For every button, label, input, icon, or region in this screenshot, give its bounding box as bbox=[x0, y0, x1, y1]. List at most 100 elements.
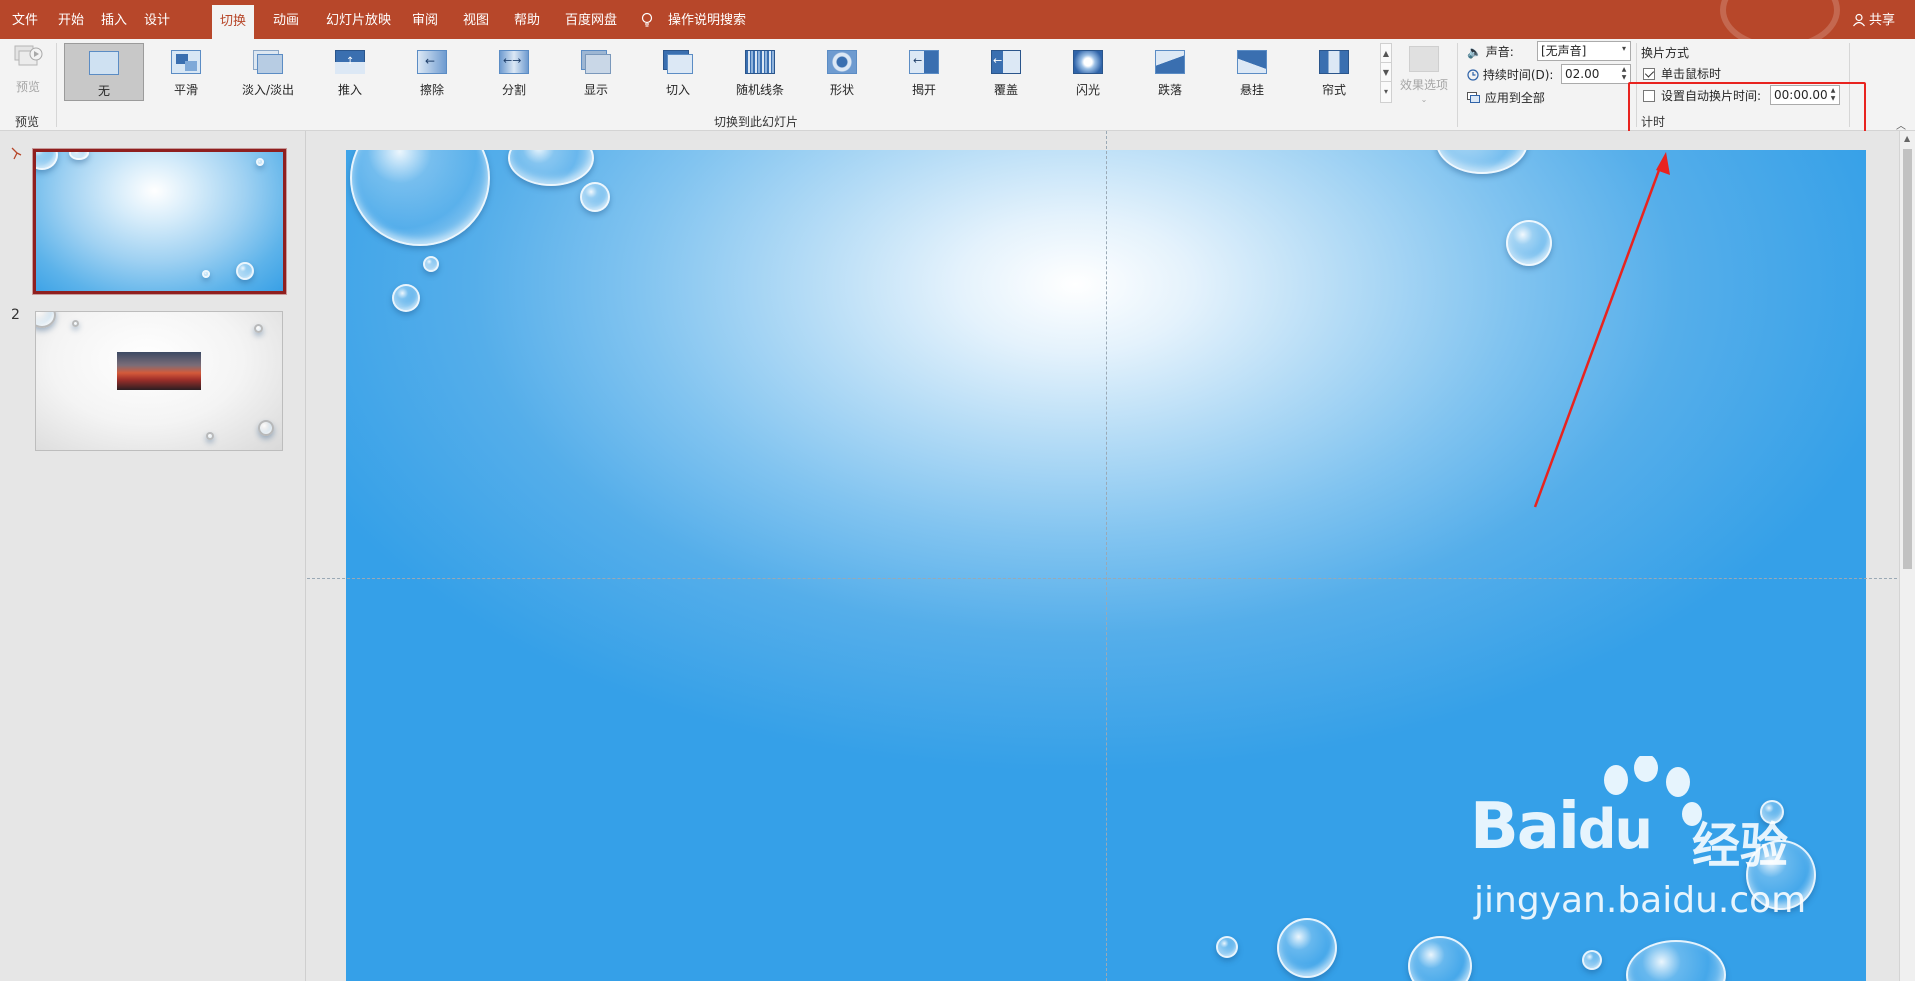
transition-morph-icon bbox=[171, 50, 201, 76]
apply-all-button[interactable]: 应用到全部 bbox=[1467, 89, 1545, 106]
sunset-photo-thumbnail bbox=[117, 352, 201, 390]
transition-label: 显示 bbox=[583, 83, 608, 97]
transition-cut[interactable]: 切入 bbox=[638, 43, 718, 101]
gallery-scroll[interactable]: ▲ ▼ ▾ bbox=[1380, 43, 1392, 103]
advance-slide-title: 换片方式 bbox=[1641, 46, 1690, 60]
transition-fall-over-icon bbox=[1155, 50, 1185, 76]
vertical-scrollbar[interactable]: ▲ bbox=[1899, 131, 1915, 981]
tab-view[interactable]: 视图 bbox=[455, 0, 497, 39]
effect-options-button[interactable]: 效果选项 ⌄ bbox=[1396, 43, 1452, 104]
apply-all-icon bbox=[1467, 92, 1480, 103]
preview-label: 预览 bbox=[15, 80, 40, 94]
chevron-down-icon: ⌄ bbox=[1420, 95, 1428, 104]
spinner-icon[interactable]: ▲ ▼ bbox=[1619, 66, 1629, 82]
water-drop bbox=[580, 182, 610, 212]
water-drop bbox=[1408, 936, 1472, 981]
transition-drape-icon bbox=[1237, 50, 1267, 76]
tab-design[interactable]: 设计 bbox=[136, 0, 178, 39]
transition-label: 擦除 bbox=[419, 83, 444, 97]
water-drop bbox=[254, 324, 263, 333]
tab-animations[interactable]: 动画 bbox=[265, 0, 307, 39]
vertical-guide bbox=[1106, 131, 1107, 981]
horizontal-guide bbox=[307, 578, 1897, 579]
water-drop bbox=[1506, 220, 1552, 266]
water-drop bbox=[258, 420, 274, 436]
transition-none[interactable]: 无 bbox=[64, 43, 144, 101]
watermark-brand-bai: Bai bbox=[1470, 790, 1580, 864]
transition-label: 悬挂 bbox=[1239, 83, 1264, 97]
slide-thumbnail-pane: 2 bbox=[0, 131, 306, 981]
on-click-checkbox-row[interactable]: 单击鼠标时 bbox=[1643, 65, 1721, 82]
chevron-down-icon: ▾ bbox=[1621, 44, 1626, 53]
transition-cut-icon bbox=[663, 50, 693, 76]
preview-icon bbox=[14, 45, 43, 66]
tab-insert[interactable]: 插入 bbox=[93, 0, 135, 39]
slide-thumbnail-1[interactable] bbox=[32, 148, 287, 295]
transitions-group-label: 切换到此幻灯片 bbox=[714, 115, 799, 129]
tell-me-search[interactable]: 操作说明搜索 bbox=[660, 0, 754, 39]
transition-shape-icon bbox=[827, 50, 857, 76]
water-drop bbox=[1436, 150, 1528, 174]
speaker-icon: 🔈 bbox=[1467, 45, 1482, 59]
transition-push[interactable]: ↑ 推入 bbox=[310, 43, 390, 101]
sound-select[interactable]: [无声音] ▾ bbox=[1537, 41, 1631, 61]
share-label: 共享 bbox=[1868, 13, 1895, 28]
transition-label: 无 bbox=[97, 84, 110, 98]
apply-all-label: 应用到全部 bbox=[1484, 91, 1545, 105]
scroll-up-icon[interactable]: ▲ bbox=[1904, 134, 1910, 143]
water-drop bbox=[1216, 936, 1238, 958]
tab-review[interactable]: 审阅 bbox=[404, 0, 446, 39]
transition-gallery: 无 平滑 淡入/淡出 ↑ 推入 ← 擦除 ←→ 分割 显示 切入 随机线条 形状… bbox=[64, 43, 1384, 103]
lightbulb-icon bbox=[641, 12, 653, 27]
scrollbar-thumb[interactable] bbox=[1903, 149, 1912, 569]
transition-label: 随机线条 bbox=[735, 83, 784, 97]
transition-uncover[interactable]: ← 揭开 bbox=[884, 43, 964, 101]
tab-slideshow[interactable]: 幻灯片放映 bbox=[318, 0, 399, 39]
tab-file[interactable]: 文件 bbox=[4, 0, 46, 39]
gallery-more-icon[interactable]: ▾ bbox=[1381, 82, 1391, 101]
transition-flash[interactable]: 闪光 bbox=[1048, 43, 1128, 101]
transition-label: 平滑 bbox=[173, 83, 198, 97]
watermark-jingyan: 经验 bbox=[1692, 818, 1789, 874]
transition-wipe[interactable]: ← 擦除 bbox=[392, 43, 472, 101]
water-drop bbox=[36, 152, 58, 170]
transition-cover[interactable]: ← 覆盖 bbox=[966, 43, 1046, 101]
transition-fade[interactable]: 淡入/淡出 bbox=[228, 43, 308, 101]
water-drop bbox=[1626, 940, 1726, 981]
preview-button[interactable]: 预览 bbox=[10, 43, 46, 99]
transition-split[interactable]: ←→ 分割 bbox=[474, 43, 554, 101]
water-drop bbox=[1277, 918, 1337, 978]
clock-icon bbox=[1467, 69, 1479, 81]
on-click-checkbox[interactable] bbox=[1643, 68, 1655, 80]
collapse-ribbon-icon[interactable]: ︿ bbox=[1896, 117, 1906, 132]
gallery-up-icon[interactable]: ▲ bbox=[1381, 44, 1391, 63]
transition-curtains[interactable]: 帘式 bbox=[1294, 43, 1374, 101]
effect-options-icon bbox=[1409, 46, 1439, 72]
transition-push-icon: ↑ bbox=[335, 50, 365, 76]
transition-drape[interactable]: 悬挂 bbox=[1212, 43, 1292, 101]
transition-shape[interactable]: 形状 bbox=[802, 43, 882, 101]
transition-curtains-icon bbox=[1319, 50, 1349, 76]
baidu-jingyan-watermark: Baidu 经验 jingyan.baidu.com bbox=[1470, 756, 1810, 940]
transition-random-bars[interactable]: 随机线条 bbox=[720, 43, 800, 101]
duration-input[interactable]: 02.00 ▲ ▼ bbox=[1561, 64, 1631, 84]
transition-label: 帘式 bbox=[1321, 83, 1346, 97]
transition-label: 淡入/淡出 bbox=[241, 83, 295, 97]
gallery-down-icon[interactable]: ▼ bbox=[1381, 63, 1391, 82]
tab-home[interactable]: 开始 bbox=[50, 0, 92, 39]
water-drop bbox=[206, 432, 214, 440]
tab-baidu-netdisk[interactable]: 百度网盘 bbox=[557, 0, 625, 39]
preview-group-label: 预览 bbox=[15, 115, 40, 129]
tab-transitions[interactable]: 切换 bbox=[212, 5, 255, 39]
tab-help[interactable]: 帮助 bbox=[506, 0, 548, 39]
slide-thumbnail-2[interactable] bbox=[35, 311, 283, 451]
person-icon bbox=[1853, 13, 1865, 27]
transition-split-icon: ←→ bbox=[499, 50, 529, 76]
water-drop bbox=[202, 270, 210, 278]
slide-number-2: 2 bbox=[11, 307, 20, 323]
transition-label: 闪光 bbox=[1075, 83, 1100, 97]
transition-morph[interactable]: 平滑 bbox=[146, 43, 226, 101]
transition-reveal[interactable]: 显示 bbox=[556, 43, 636, 101]
transition-fall-over[interactable]: 跌落 bbox=[1130, 43, 1210, 101]
share-button[interactable]: 共享 bbox=[1852, 0, 1895, 39]
